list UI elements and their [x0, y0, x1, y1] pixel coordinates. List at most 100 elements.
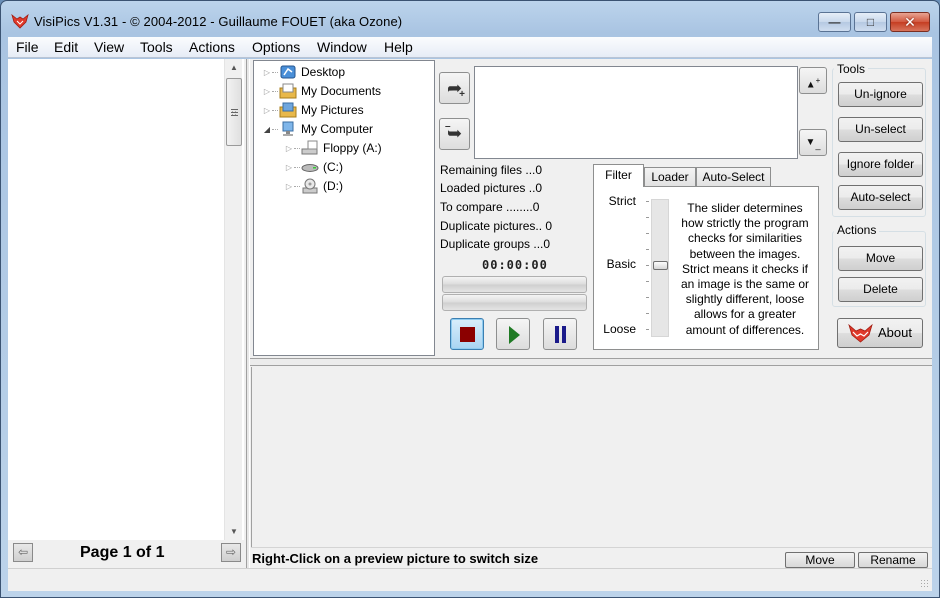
- title-bar[interactable]: VisiPics V1.31 - © 2004-2012 - Guillaume…: [1, 1, 939, 37]
- preview-area[interactable]: [251, 367, 932, 547]
- computer-icon: [282, 121, 294, 136]
- scale-label-basic: Basic: [606, 257, 636, 271]
- tree-item-floppy[interactable]: ▷ Floppy (A:): [284, 139, 382, 157]
- menu-edit[interactable]: Edit: [50, 39, 82, 56]
- slider-tick: [646, 201, 649, 202]
- filter-help-text: The slider determines how strictly the p…: [680, 201, 810, 337]
- menu-options[interactable]: Options: [248, 39, 304, 56]
- tab-auto-select[interactable]: Auto-Select: [696, 167, 771, 186]
- tree-label: (D:): [323, 179, 343, 193]
- move-button[interactable]: Move: [838, 246, 923, 271]
- scrollbar-thumb[interactable]: [226, 78, 242, 146]
- status-bar: [8, 568, 932, 591]
- page-next-button[interactable]: ⇨: [221, 543, 241, 562]
- tree-item-my-pictures[interactable]: ▷ My Pictures: [262, 101, 364, 119]
- tree-label: My Pictures: [301, 103, 364, 117]
- tree-item-desktop[interactable]: ▷ Desktop: [262, 63, 345, 81]
- visipics-fox-icon: [11, 13, 29, 29]
- tab-loader[interactable]: Loader: [644, 167, 696, 186]
- priority-down-button[interactable]: ▼_: [799, 129, 827, 156]
- folder-tree[interactable]: ▷ Desktop ▷ My Documents ▷ My Pictures ◢…: [253, 60, 435, 356]
- page-indicator: Page 1 of 1: [80, 544, 165, 561]
- close-button[interactable]: ✕: [890, 12, 930, 32]
- auto-select-button[interactable]: Auto-select: [838, 185, 923, 210]
- menu-help[interactable]: Help: [380, 39, 417, 56]
- remove-folder-button[interactable]: – ➦: [439, 118, 470, 150]
- slider-tick: [646, 265, 649, 266]
- expand-arrow-icon[interactable]: ▷: [284, 163, 294, 172]
- expand-arrow-icon[interactable]: ▷: [284, 144, 294, 153]
- maximize-icon: □: [866, 15, 875, 29]
- menu-file[interactable]: File: [12, 39, 43, 56]
- page-prev-button[interactable]: ⇦: [13, 543, 33, 562]
- results-scrollbar[interactable]: ▲ ▼: [224, 59, 242, 540]
- un-ignore-button[interactable]: Un-ignore: [838, 82, 923, 107]
- expand-arrow-icon[interactable]: ▷: [262, 87, 272, 96]
- stop-button[interactable]: [450, 318, 484, 350]
- menu-tools[interactable]: Tools: [136, 39, 177, 56]
- stat-loaded-pictures: Loaded pictures ..0: [440, 181, 543, 195]
- tree-item-my-computer[interactable]: ◢ My Computer: [262, 120, 373, 138]
- stop-icon: [460, 327, 475, 342]
- preview-rename-button[interactable]: Rename: [858, 552, 928, 568]
- tree-label: My Computer: [301, 122, 374, 136]
- folders-to-scan-list[interactable]: [474, 66, 798, 159]
- close-icon: ✕: [904, 14, 916, 30]
- resize-grip-icon[interactable]: [920, 579, 930, 589]
- expand-arrow-icon[interactable]: ▷: [262, 68, 272, 77]
- duplicate-results-list[interactable]: [8, 59, 244, 540]
- scale-label-strict: Strict: [608, 194, 636, 208]
- desktop-icon: [280, 65, 296, 79]
- client-area: ▲ ▼ ⇦ Page 1 of 1 ⇨ ▷ Desktop ▷ My Docum…: [8, 59, 932, 591]
- slider-tick: [646, 313, 649, 314]
- page-prev-icon: ⇦: [17, 545, 29, 559]
- expand-arrow-icon[interactable]: ▷: [284, 182, 294, 191]
- cd-drive-icon: [302, 178, 318, 194]
- ignore-folder-button[interactable]: Ignore folder: [838, 152, 923, 177]
- un-select-button[interactable]: Un-select: [838, 117, 923, 142]
- preview-footer: Right-Click on a preview picture to swit…: [251, 547, 932, 568]
- priority-down-icon: ▼: [805, 137, 816, 148]
- horizontal-splitter[interactable]: [250, 358, 932, 366]
- collapse-arrow-icon[interactable]: ◢: [262, 125, 272, 134]
- stat-duplicate-groups: Duplicate groups ...0: [440, 237, 551, 251]
- scale-label-loose: Loose: [603, 322, 636, 336]
- tab-filter[interactable]: Filter: [593, 164, 644, 187]
- about-label: About: [878, 325, 912, 340]
- floppy-drive-icon: [301, 140, 318, 155]
- about-button[interactable]: About: [837, 318, 923, 348]
- play-button[interactable]: [496, 318, 530, 350]
- priority-up-button[interactable]: ▲+: [799, 67, 827, 94]
- pictures-folder-icon: [279, 102, 297, 118]
- tree-item-drive-c[interactable]: ▷ (C:): [284, 158, 343, 176]
- expand-arrow-icon[interactable]: ▷: [262, 106, 272, 115]
- menu-actions[interactable]: Actions: [185, 39, 239, 56]
- slider-tick: [646, 233, 649, 234]
- menu-window[interactable]: Window: [313, 39, 371, 56]
- vertical-splitter[interactable]: [246, 59, 250, 591]
- scroll-up-arrow-icon[interactable]: ▲: [225, 59, 243, 76]
- tree-label: Floppy (A:): [323, 141, 382, 155]
- window-title: VisiPics V1.31 - © 2004-2012 - Guillaume…: [34, 14, 403, 29]
- preview-move-button[interactable]: Move: [785, 552, 855, 568]
- menu-view[interactable]: View: [90, 39, 128, 56]
- scroll-down-arrow-icon[interactable]: ▼: [225, 523, 243, 540]
- maximize-button[interactable]: □: [854, 12, 887, 32]
- delete-button[interactable]: Delete: [838, 277, 923, 302]
- app-window: VisiPics V1.31 - © 2004-2012 - Guillaume…: [0, 0, 940, 598]
- add-folder-button[interactable]: ➦ +: [439, 72, 470, 104]
- slider-tick: [646, 281, 649, 282]
- remove-folder-arrow-icon: ➦: [446, 124, 463, 144]
- fox-logo-icon: [848, 324, 873, 343]
- slider-tick: [646, 329, 649, 330]
- page-navigation: ⇦ Page 1 of 1 ⇨: [8, 540, 244, 566]
- filter-panel: Strict Basic Loose The slider determines…: [593, 186, 819, 350]
- compare-progress-bar: [442, 294, 587, 311]
- tree-item-drive-d[interactable]: ▷ (D:): [284, 177, 343, 195]
- page-next-icon: ⇨: [225, 545, 237, 559]
- filter-slider-thumb[interactable]: [653, 261, 668, 270]
- tree-item-my-documents[interactable]: ▷ My Documents: [262, 82, 381, 100]
- tree-label: (C:): [323, 160, 343, 174]
- pause-button[interactable]: [543, 318, 577, 350]
- minimize-button[interactable]: —: [818, 12, 851, 32]
